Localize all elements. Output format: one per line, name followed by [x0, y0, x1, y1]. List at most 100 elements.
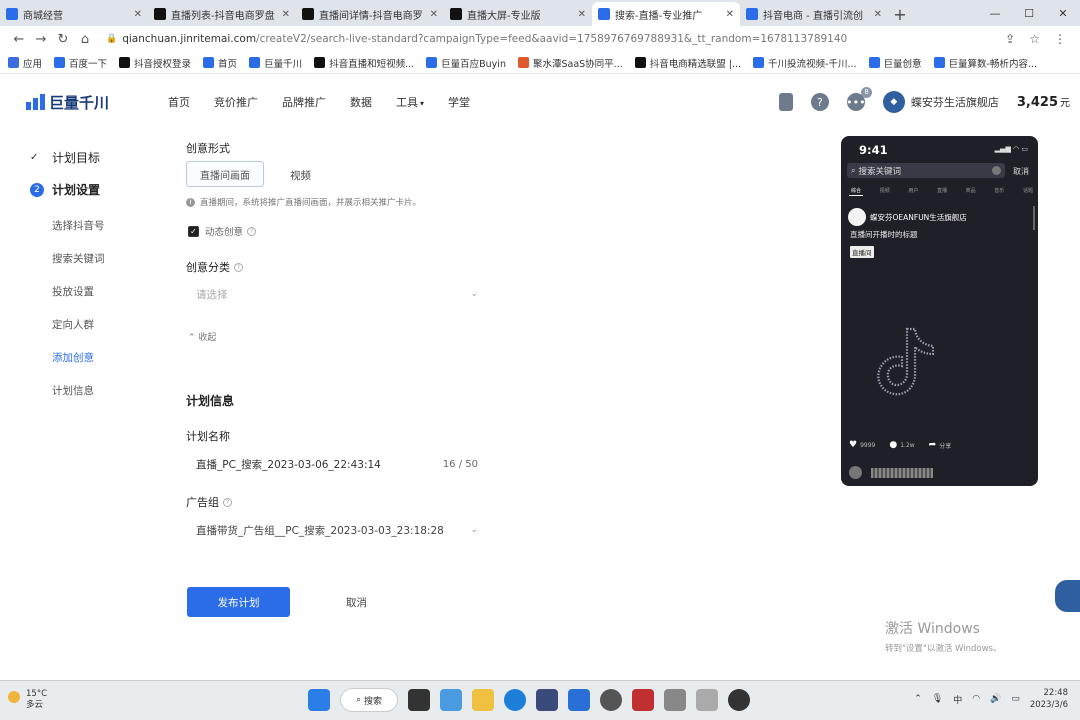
chevron-up-icon[interactable]: ⌃ [914, 694, 922, 704]
bookmark-item[interactable]: 巨量算数-畅析内容... [933, 56, 1037, 70]
cancel-button[interactable]: 取消 [346, 595, 367, 610]
file-explorer-icon[interactable] [472, 689, 494, 711]
bookmark-item[interactable]: 抖音直播和短视频... [314, 56, 414, 70]
bookmark-item[interactable]: 巨量百应Buyin [426, 56, 506, 70]
url-field[interactable]: 🔒 qianchuan.jinritemai.com /createV2/sea… [106, 33, 1005, 45]
minimize-icon[interactable]: — [978, 0, 1012, 26]
forward-icon[interactable]: → [30, 32, 52, 47]
chevron-up-icon: ⌃ [188, 333, 199, 343]
sidebar-item-creative[interactable]: 添加创意 [52, 350, 94, 365]
nav-bidding[interactable]: 竞价推广 [214, 94, 258, 110]
task-view-icon[interactable] [408, 689, 430, 711]
weather-widget[interactable]: 15°C 多云 [8, 689, 47, 711]
close-icon[interactable]: ✕ [726, 9, 734, 20]
shop-account[interactable]: ◆ 蝶安芬生活旗舰店 [882, 91, 999, 113]
back-icon[interactable]: ← [8, 32, 30, 47]
menu-dots-icon[interactable]: ⋮ [1054, 32, 1066, 46]
edge-icon[interactable] [504, 689, 526, 711]
chrome-icon[interactable] [600, 689, 622, 711]
category-select[interactable]: 请选择 ⌄ [186, 280, 482, 308]
bookmark-item[interactable]: 巨量创意 [868, 56, 922, 70]
top-nav: 首页 竞价推广 品牌推广 数据 工具 ▾ 学堂 [168, 94, 470, 110]
browser-tab[interactable]: 直播大屏-专业版 ✕ [444, 2, 592, 26]
collapse-toggle[interactable]: ⌃ 收起 [188, 330, 216, 343]
search-icon: ⌕ [355, 695, 362, 705]
sidebar-item-audience[interactable]: 定向人群 [52, 317, 94, 332]
close-icon[interactable]: ✕ [578, 9, 586, 20]
volume-icon[interactable]: 🔊 [990, 694, 1001, 704]
taskbar-search-label: 搜索 [364, 696, 383, 707]
cloud-icon[interactable] [568, 689, 590, 711]
close-window-icon[interactable]: ✕ [1046, 0, 1080, 26]
bookmark-favicon-icon [119, 57, 131, 68]
share-icon[interactable]: ⇪ [1005, 32, 1015, 46]
step-plan-goal[interactable]: ✓ 计划目标 [30, 149, 100, 166]
bookmark-label: 抖音授权登录 [134, 58, 192, 70]
bookmark-label: 抖音电商精选联盟 |... [649, 58, 742, 70]
sidebar-item-keywords[interactable]: 搜索关键词 [52, 251, 105, 266]
browser-tab[interactable]: 抖音电商 - 直播引流创 ✕ [740, 2, 888, 26]
balance-value: 3,425 [1016, 95, 1058, 110]
watermark-line2: 转到"设置"以激活 Windows。 [885, 644, 1002, 654]
notification-badge: 8 [861, 87, 872, 98]
store-icon[interactable] [536, 689, 558, 711]
home-icon[interactable]: ⌂ [74, 32, 96, 47]
nav-academy[interactable]: 学堂 [448, 94, 470, 110]
sidebar-item-plan-info[interactable]: 计划信息 [52, 383, 94, 398]
star-icon[interactable]: ☆ [1029, 32, 1040, 46]
publish-plan-button[interactable]: 发布计划 [187, 587, 290, 617]
wifi-icon[interactable]: ◠ [972, 694, 980, 704]
close-icon[interactable]: ✕ [134, 9, 142, 20]
widgets-icon[interactable] [440, 689, 462, 711]
plan-name-input[interactable]: 直播_PC_搜索_2023-03-06_22:43:14 16 / 50 [186, 450, 482, 478]
app-icon[interactable] [664, 689, 686, 711]
bookmark-item[interactable]: 应用 [8, 56, 42, 70]
step-plan-settings[interactable]: 2 计划设置 [30, 181, 100, 198]
nav-data[interactable]: 数据 [350, 94, 372, 110]
clock-time: 22:48 [1043, 688, 1069, 698]
sidebar-item-select-account[interactable]: 选择抖音号 [52, 218, 105, 233]
bookmark-item[interactable]: 巨量千川 [249, 56, 302, 70]
bookmark-item[interactable]: 聚水潭SaaS协同平... [517, 56, 623, 70]
ime-indicator[interactable]: 中 [953, 693, 962, 706]
clock[interactable]: 22:48 2023/3/6 [1030, 687, 1068, 711]
close-icon[interactable]: ✕ [874, 9, 882, 20]
close-icon[interactable]: ✕ [282, 9, 290, 20]
bookmark-item[interactable]: 千川投流视频-千川... [753, 56, 857, 70]
wps-icon[interactable] [632, 689, 654, 711]
ad-group-select[interactable]: 直播带货_广告组__PC_搜索_2023-03-03_23:18:28 ⌄ [186, 516, 482, 544]
logo[interactable]: 巨量千川 [26, 92, 168, 113]
option-video[interactable]: 视频 [290, 168, 311, 183]
mic-icon[interactable]: 🎙 [932, 694, 943, 704]
browser-tab[interactable]: 商城经营 ✕ [0, 2, 148, 26]
bookmark-item[interactable]: 首页 [203, 56, 237, 70]
tab-favicon-icon [154, 8, 166, 20]
mascot-widget[interactable] [1055, 580, 1080, 612]
phone-tab: 用户 [908, 188, 919, 194]
dynamic-creative-checkbox[interactable]: ✓ 动态创意 ? [188, 224, 257, 238]
message-icon[interactable]: ••• 8 [846, 87, 872, 111]
option-live-screen[interactable]: 直播间画面 [186, 161, 264, 187]
battery-icon[interactable]: ▭ [1011, 694, 1020, 704]
nav-home[interactable]: 首页 [168, 94, 190, 110]
help-icon[interactable]: ? [810, 93, 829, 111]
browser-tab[interactable]: 直播列表-抖音电商罗盘 ✕ [148, 2, 296, 26]
maximize-icon[interactable]: ☐ [1012, 0, 1046, 26]
bookmark-item[interactable]: 百度一下 [54, 56, 107, 70]
logo-text: 巨量千川 [49, 93, 110, 112]
sidebar-item-delivery[interactable]: 投放设置 [52, 284, 94, 299]
nav-tools[interactable]: 工具 ▾ [396, 94, 424, 110]
close-icon[interactable]: ✕ [430, 9, 438, 20]
start-icon[interactable] [308, 689, 330, 711]
nav-brand[interactable]: 品牌推广 [282, 94, 326, 110]
clipboard-icon[interactable] [778, 93, 793, 111]
tiktok-app-icon[interactable] [728, 689, 750, 711]
bookmark-item[interactable]: 抖音授权登录 [119, 56, 191, 70]
folder-icon[interactable] [696, 689, 718, 711]
taskbar-search[interactable]: ⌕ 搜索 [340, 688, 398, 712]
reload-icon[interactable]: ↻ [52, 32, 74, 47]
browser-tab[interactable]: 直播间详情-抖音电商罗 ✕ [296, 2, 444, 26]
new-tab-button[interactable]: + [888, 2, 912, 26]
bookmark-item[interactable]: 抖音电商精选联盟 |... [634, 56, 742, 70]
browser-tab[interactable]: 搜索-直播-专业推广 ✕ [592, 2, 740, 26]
